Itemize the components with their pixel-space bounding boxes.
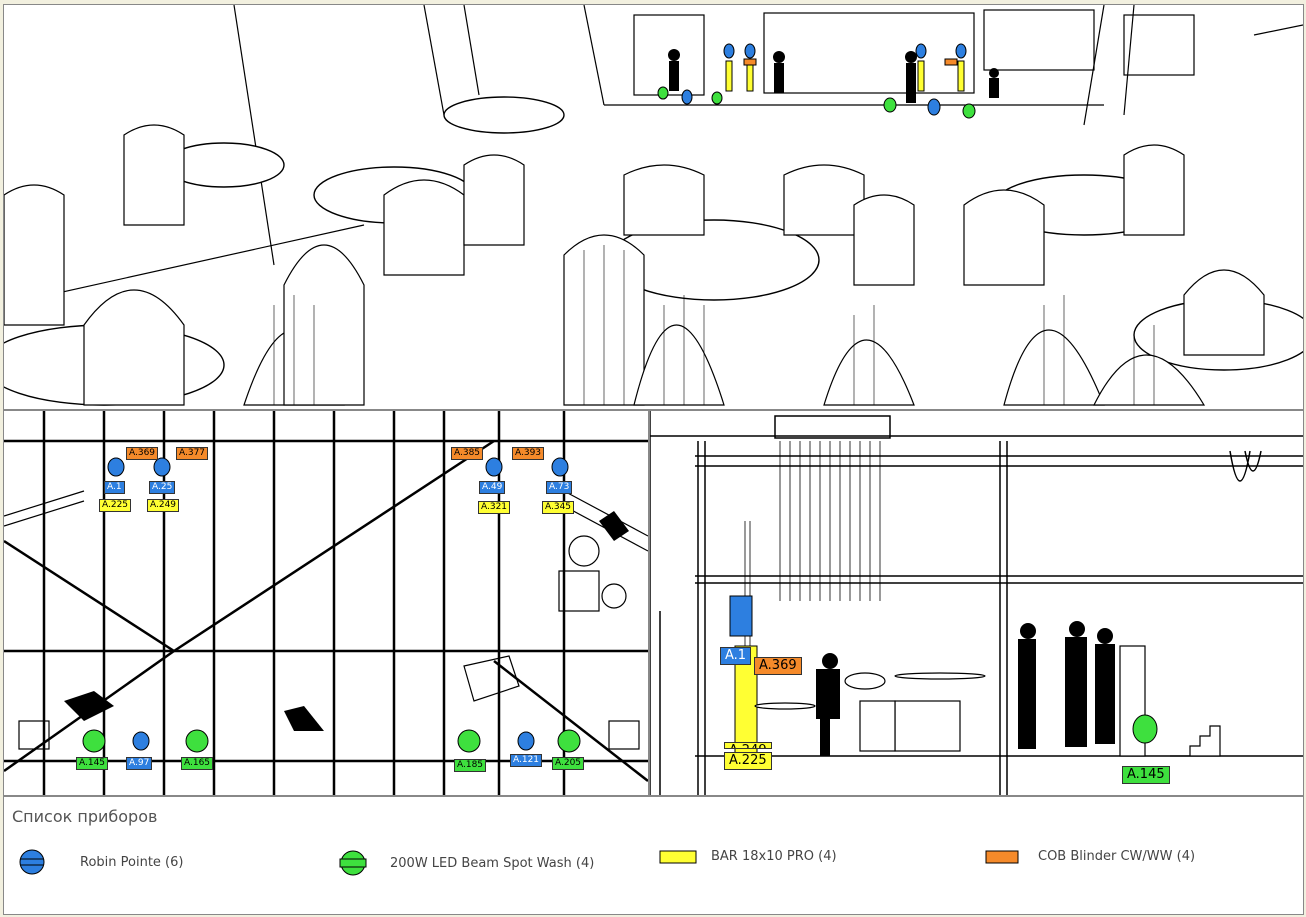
fixture-tag[interactable]: A.25 [149, 481, 176, 494]
robin-pointe-icon [19, 849, 45, 875]
fixture-tag[interactable]: A.1 [104, 481, 125, 494]
legend-item-led-beam-spot-wash: 200W LED Beam Spot Wash (4) [338, 849, 594, 877]
fixture-tag[interactable]: A.121 [510, 754, 543, 767]
fixture-tag[interactable]: A.393 [512, 447, 545, 460]
fixture-tag[interactable]: A.369 [754, 657, 802, 675]
fixture-tag[interactable]: A.73 [546, 481, 573, 494]
fixture-tag[interactable]: A.249 [724, 742, 772, 749]
top-view-viewport[interactable]: A.369 A.377 A.1 A.25 A.225 A.249 A.385 A… [3, 410, 649, 796]
fixture-tag[interactable]: A.145 [1122, 766, 1170, 784]
cob-blinder-icon [985, 850, 1019, 863]
fixture-legend: Список приборов Robin Pointe (6) 200W LE… [3, 796, 1304, 915]
fixture-tag[interactable]: A.145 [76, 757, 109, 770]
legend-item-label: 200W LED Beam Spot Wash (4) [390, 855, 595, 871]
fixture-tag[interactable]: A.225 [99, 499, 132, 512]
legend-item-label: BAR 18x10 PRO (4) [711, 849, 837, 864]
legend-item-cob-blinder: COB Blinder CW/WW (4) [985, 849, 1195, 864]
fixture-tag[interactable]: A.1 [720, 647, 752, 665]
perspective-viewport[interactable] [3, 4, 1304, 410]
bar-icon [659, 850, 697, 863]
legend-item-robin-pointe: Robin Pointe (6) [18, 849, 183, 875]
fixture-tag[interactable]: A.165 [181, 757, 214, 770]
fixture-tag[interactable]: A.369 [126, 447, 159, 460]
fixture-tag[interactable]: A.377 [176, 447, 209, 460]
fixture-tag[interactable]: A.321 [478, 501, 511, 514]
front-view-viewport[interactable]: A.1 A.369 A.249 A.225 A.145 [649, 410, 1304, 796]
perspective-scene [4, 5, 1303, 406]
legend-item-bar: BAR 18x10 PRO (4) [659, 849, 837, 864]
fixture-tag[interactable]: A.185 [454, 759, 487, 772]
front-view-scene [650, 411, 1303, 795]
fixture-tag[interactable]: A.249 [147, 499, 180, 512]
legend-item-label: COB Blinder CW/WW (4) [1038, 849, 1196, 864]
legend-item-label: Robin Pointe (6) [80, 854, 184, 870]
fixture-tag[interactable]: A.49 [479, 481, 506, 494]
top-view-scene [4, 411, 648, 795]
fixture-tag[interactable]: A.97 [126, 757, 153, 770]
fixture-tag[interactable]: A.345 [542, 501, 575, 514]
led-beam-spot-wash-icon [339, 850, 367, 876]
fixture-tag[interactable]: A.225 [724, 752, 772, 770]
legend-title: Список приборов [12, 807, 158, 826]
fixture-tag[interactable]: A.385 [451, 447, 484, 460]
fixture-tag[interactable]: A.205 [552, 757, 585, 770]
